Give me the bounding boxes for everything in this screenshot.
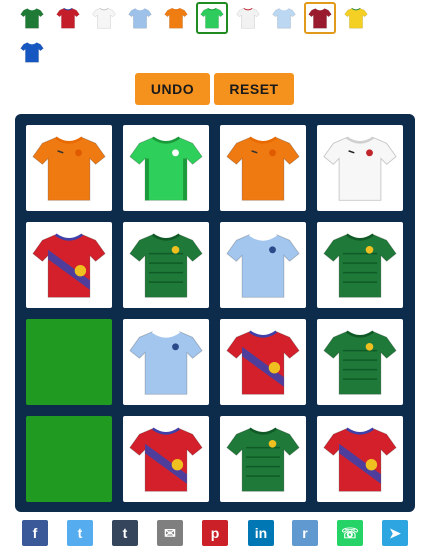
twitter-share-icon[interactable]: t xyxy=(67,520,93,546)
board-cell-2-0[interactable] xyxy=(26,319,112,405)
board-cell-3-0[interactable] xyxy=(26,416,112,502)
board-cell-2-1[interactable] xyxy=(123,319,209,405)
board-cell-0-2[interactable] xyxy=(220,125,306,211)
board-cell-0-3[interactable] xyxy=(317,125,403,211)
shirt-icon xyxy=(323,427,397,492)
shirt-icon xyxy=(323,136,397,201)
shirt-icon xyxy=(200,7,224,29)
shirt-icon xyxy=(323,233,397,298)
board-cell-3-3[interactable] xyxy=(317,416,403,502)
shirt-icon xyxy=(128,7,152,29)
shirt-icon xyxy=(236,7,260,29)
shirt-icon xyxy=(308,7,332,29)
pinterest-share-icon[interactable]: p xyxy=(202,520,228,546)
shirt-icon xyxy=(164,7,188,29)
shirt-icon xyxy=(129,233,203,298)
palette-red-shirt[interactable] xyxy=(52,2,84,34)
board-cell-0-1[interactable] xyxy=(123,125,209,211)
shirt-icon xyxy=(226,427,300,492)
board-cell-1-1[interactable] xyxy=(123,222,209,308)
shirt-icon xyxy=(226,330,300,395)
linkedin-share-icon[interactable]: in xyxy=(248,520,274,546)
shirt-icon xyxy=(32,136,106,201)
tumblr-share-icon[interactable]: t xyxy=(112,520,138,546)
board-cell-1-0[interactable] xyxy=(26,222,112,308)
shirt-icon xyxy=(129,136,203,201)
palette-blue-shirt[interactable] xyxy=(16,36,48,68)
board-cell-2-3[interactable] xyxy=(317,319,403,405)
whatsapp-share-icon[interactable]: ☏ xyxy=(337,520,363,546)
shirt-icon xyxy=(129,427,203,492)
board-cell-0-0[interactable] xyxy=(26,125,112,211)
palette-orange-shirt[interactable] xyxy=(160,2,192,34)
undo-button[interactable]: UNDO xyxy=(135,73,210,105)
reset-button[interactable]: RESET xyxy=(214,73,294,105)
palette-bright-green-shirt[interactable] xyxy=(196,2,228,34)
board-cell-3-2[interactable] xyxy=(220,416,306,502)
shirt-icon xyxy=(344,7,368,29)
shirt-icon xyxy=(20,41,44,63)
shirt-icon xyxy=(32,233,106,298)
shirt-icon xyxy=(226,136,300,201)
board-cell-1-3[interactable] xyxy=(317,222,403,308)
palette-yellow-shirt[interactable] xyxy=(340,2,372,34)
board-cell-3-1[interactable] xyxy=(123,416,209,502)
game-board xyxy=(15,114,415,512)
shirt-icon xyxy=(323,330,397,395)
shirt-icon xyxy=(20,7,44,29)
palette-green-shirt[interactable] xyxy=(16,2,48,34)
palette-white-shirt[interactable] xyxy=(88,2,120,34)
board-cell-2-2[interactable] xyxy=(220,319,306,405)
shirt-icon xyxy=(92,7,116,29)
board-cell-1-2[interactable] xyxy=(220,222,306,308)
palette-striped-shirt[interactable] xyxy=(268,2,300,34)
palette-maroon-shirt[interactable] xyxy=(304,2,336,34)
shirt-icon xyxy=(129,330,203,395)
shirt-icon xyxy=(56,7,80,29)
facebook-share-icon[interactable]: f xyxy=(22,520,48,546)
reddit-share-icon[interactable]: r xyxy=(292,520,318,546)
email-share-icon[interactable]: ✉ xyxy=(157,520,183,546)
telegram-share-icon[interactable]: ➤ xyxy=(382,520,408,546)
palette-light-blue-shirt[interactable] xyxy=(124,2,156,34)
shirt-icon xyxy=(226,233,300,298)
palette-germany-shirt[interactable] xyxy=(232,2,264,34)
shirt-icon xyxy=(272,7,296,29)
